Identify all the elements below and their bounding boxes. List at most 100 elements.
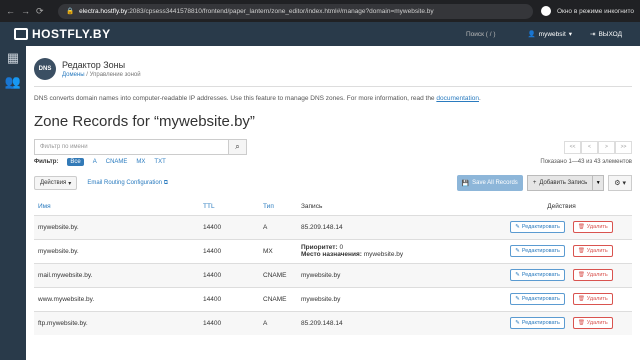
- sidebar-item-apps[interactable]: ▦: [0, 46, 26, 70]
- delete-button[interactable]: 🗑 Удалить: [572, 317, 613, 330]
- trash-icon: 🗑: [577, 248, 585, 254]
- pager-prev[interactable]: <: [581, 140, 598, 154]
- delete-label: Удалить: [586, 248, 608, 254]
- pager-next[interactable]: >: [598, 140, 615, 154]
- zone-title: Zone Records for “mywebsite.by”: [34, 113, 255, 130]
- delete-button[interactable]: 🗑 Удалить: [572, 245, 613, 257]
- chevron-down-icon: ▾: [568, 31, 573, 38]
- filter-input[interactable]: Фильтр по имени: [34, 139, 229, 155]
- pager-last[interactable]: >>: [615, 140, 632, 154]
- filter-txt[interactable]: TXT: [154, 159, 165, 165]
- table-row: ftp.mywebsite.by. 14400 A 85.209.148.14 …: [34, 311, 632, 335]
- back-icon[interactable]: ←: [6, 6, 15, 17]
- delete-label: Удалить: [586, 224, 608, 230]
- page-description: DNS converts domain names into computer-…: [34, 95, 632, 102]
- record-value: mywebsite.by: [301, 271, 341, 279]
- pencil-icon: ✎: [515, 248, 520, 254]
- forward-icon[interactable]: →: [21, 6, 30, 17]
- user-menu[interactable]: 👤 mywebsit ▾: [527, 30, 573, 39]
- logout-button[interactable]: ⇥ ВЫХОД: [590, 30, 622, 39]
- add-record-caret[interactable]: ▼: [593, 175, 605, 191]
- cell-record: mywebsite.by: [297, 287, 487, 311]
- main-content: DNS Редактор Зоны Домены / Управление зо…: [26, 46, 640, 360]
- reload-icon[interactable]: ⟳: [36, 6, 44, 17]
- col-type[interactable]: Тип: [259, 198, 297, 215]
- edit-button[interactable]: ✎ Редактировать: [510, 269, 565, 281]
- col-ttl[interactable]: TTL: [199, 198, 259, 215]
- save-all-button[interactable]: 💾 Save All Records: [456, 175, 523, 191]
- edit-label: Редактировать: [521, 296, 560, 302]
- col-actions: Действия: [547, 202, 576, 210]
- search-label: Поиск ( / ): [465, 30, 496, 38]
- search-icon: ⌕: [235, 142, 240, 151]
- search-input[interactable]: Поиск ( / ): [436, 27, 496, 41]
- delete-label: Удалить: [586, 296, 608, 302]
- edit-label: Редактировать: [521, 320, 560, 327]
- trash-icon: 🗑: [577, 296, 585, 302]
- cell-record: Приоритет: 0 Место назначения: mywebsite…: [297, 239, 487, 263]
- cell-actions: ✎ Редактировать 🗑 Удалить: [487, 263, 632, 287]
- cell-ttl: 14400: [203, 295, 222, 303]
- delete-button[interactable]: 🗑 Удалить: [572, 221, 613, 233]
- plus-icon: +: [532, 180, 537, 186]
- cell-name: www.mywebsite.by.: [38, 295, 95, 303]
- filter-a[interactable]: A: [93, 159, 97, 165]
- top-navbar: HOSTFLY.BY Поиск ( / ) 👤 mywebsit ▾ ⇥ ВЫ…: [0, 22, 640, 46]
- logo-icon: [14, 28, 28, 40]
- cell-name: mywebsite.by.: [38, 223, 79, 231]
- table-row: mywebsite.by. 14400 A 85.209.148.14 ✎ Ред…: [34, 215, 632, 239]
- record-count: Показано 1—43 из 43 элементов: [540, 159, 632, 165]
- breadcrumb: Домены / Управление зоной: [62, 72, 141, 78]
- email-routing-link[interactable]: Email Routing Configuration ⧉: [87, 180, 168, 187]
- edit-button[interactable]: ✎ Редактировать: [510, 245, 565, 257]
- actions-dropdown[interactable]: Действия ▾: [34, 176, 78, 190]
- logout-icon: ⇥: [590, 31, 596, 38]
- search-button[interactable]: ⌕: [229, 139, 247, 155]
- table-row: mywebsite.by. 14400 MX Приоритет: 0 Мест…: [34, 239, 632, 263]
- delete-button[interactable]: 🗑 Удалить: [572, 293, 613, 305]
- incognito-label: Окно в режиме инкогнито: [556, 7, 634, 15]
- edit-button[interactable]: ✎ Редактировать: [510, 317, 565, 330]
- cell-ttl: 14400: [203, 247, 222, 255]
- priority-label: Приоритет:: [301, 244, 338, 251]
- cell-type: MX: [263, 247, 273, 255]
- cell-ttl: 14400: [203, 223, 222, 231]
- delete-button[interactable]: 🗑 Удалить: [572, 269, 613, 281]
- grid-icon: ▦: [6, 50, 20, 65]
- actions-label: Действия: [40, 180, 67, 186]
- record-value: mywebsite.by: [301, 295, 341, 303]
- cell-type: A: [263, 319, 268, 327]
- delete-label: Удалить: [586, 272, 608, 278]
- url-domain: electra.hostfly.by: [79, 7, 128, 15]
- filter-cname[interactable]: CNAME: [106, 159, 128, 165]
- edit-button[interactable]: ✎ Редактировать: [510, 293, 565, 305]
- user-icon: 👤: [527, 31, 536, 38]
- sidebar-item-users[interactable]: 👥: [0, 70, 26, 94]
- page-header: DNS Редактор Зоны Домены / Управление зо…: [34, 46, 632, 80]
- save-all-label: Save All Records: [472, 180, 518, 186]
- documentation-link[interactable]: documentation: [436, 95, 479, 102]
- cell-record: mywebsite.by: [297, 263, 487, 287]
- brand-logo[interactable]: HOSTFLY.BY: [0, 27, 210, 41]
- breadcrumb-domains-link[interactable]: Домены: [62, 72, 85, 78]
- pagination: << < > >>: [564, 140, 632, 154]
- pencil-icon: ✎: [515, 224, 520, 230]
- incognito-icon: [540, 6, 551, 16]
- edit-button[interactable]: ✎ Редактировать: [510, 221, 565, 233]
- zone-records-table: Имя TTL Тип Запись Действия mywebsite.by…: [34, 198, 632, 335]
- settings-button[interactable]: ⚙ ▾: [608, 175, 632, 191]
- address-bar[interactable]: 🔒 electra.hostfly.by :2083/cpsess3441578…: [58, 3, 533, 19]
- lock-icon: 🔒: [66, 8, 75, 15]
- pager-first[interactable]: <<: [564, 140, 581, 154]
- edit-label: Редактировать: [521, 248, 560, 254]
- table-row: www.mywebsite.by. 14400 CNAME mywebsite.…: [34, 287, 632, 311]
- table-row: mail.mywebsite.by. 14400 CNAME mywebsite…: [34, 263, 632, 287]
- col-record: Запись: [301, 202, 323, 210]
- browser-bar: ← → ⟳ 🔒 electra.hostfly.by :2083/cpsess3…: [0, 0, 640, 22]
- filter-mx[interactable]: MX: [136, 159, 145, 165]
- cell-actions: ✎ Редактировать 🗑 Удалить: [487, 311, 632, 335]
- col-name[interactable]: Имя: [34, 198, 199, 215]
- filter-all[interactable]: Все: [67, 158, 84, 166]
- add-record-button[interactable]: + Добавить Запись: [526, 175, 594, 191]
- dest-value: mywebsite.by: [363, 251, 404, 258]
